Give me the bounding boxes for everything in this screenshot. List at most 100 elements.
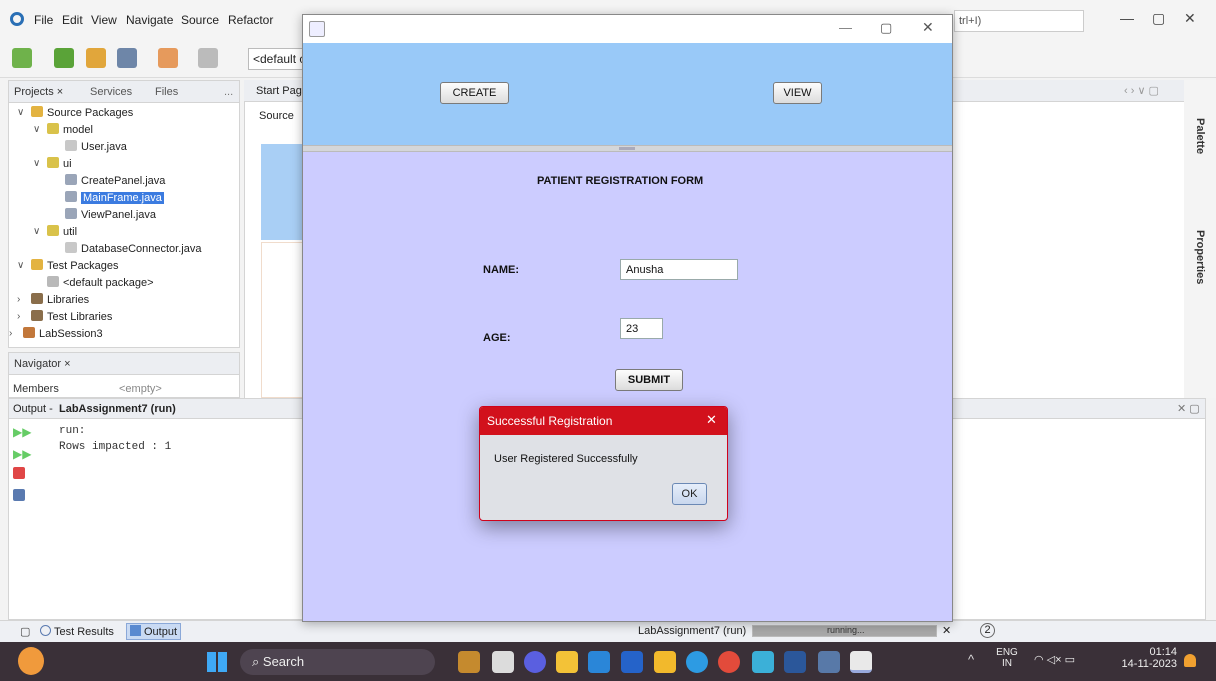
divider-grip-icon[interactable] — [619, 147, 635, 150]
chevron-right-icon[interactable]: › — [17, 311, 20, 322]
tree-item[interactable]: DatabaseConnector.java — [65, 241, 201, 257]
patient-registration-window: — ▢ ✕ CREATE VIEW PATIENT REGISTRATION F… — [302, 14, 953, 622]
minimize-icon[interactable]: — — [1120, 10, 1134, 26]
language-indicator[interactable]: ENG IN — [995, 647, 1019, 669]
start-icon[interactable] — [207, 652, 227, 672]
app-icon[interactable] — [752, 651, 774, 673]
menu-edit[interactable]: Edit — [62, 13, 83, 27]
menu-file[interactable]: File — [34, 13, 53, 27]
close-icon[interactable]: ✕ — [706, 412, 717, 428]
settings-icon[interactable] — [13, 489, 25, 501]
task-view-icon[interactable] — [492, 651, 514, 673]
mail-icon[interactable] — [588, 651, 610, 673]
editor-source-tab[interactable]: Source — [259, 110, 294, 122]
close-icon[interactable]: ✕ — [1184, 10, 1196, 27]
chevron-up-icon[interactable]: ^ — [968, 652, 974, 667]
save-all-icon[interactable] — [117, 48, 137, 68]
maximize-icon[interactable]: ▢ — [1152, 10, 1165, 27]
copilot-icon[interactable] — [458, 651, 480, 673]
rerun-with-options-icon[interactable]: ▶▶ — [13, 447, 31, 461]
teams-icon[interactable] — [524, 651, 546, 673]
right-sidebar: Palette Properties — [1184, 80, 1216, 398]
tab-test-results[interactable]: Test Results — [40, 625, 114, 638]
undo-icon[interactable] — [158, 48, 178, 68]
ok-button[interactable]: OK — [672, 483, 707, 505]
progress-status: running... — [827, 625, 865, 635]
chevron-down-icon[interactable]: ∨ — [17, 260, 24, 271]
menu-refactor[interactable]: Refactor — [228, 13, 273, 27]
close-icon[interactable]: ✕ — [922, 19, 934, 36]
tree-item[interactable]: Test Libraries — [31, 309, 112, 325]
close-output-icon[interactable]: ✕ ▢ — [1177, 402, 1200, 415]
clock[interactable]: 01:14 14-11-2023 — [1117, 646, 1177, 670]
create-button[interactable]: CREATE — [440, 82, 509, 104]
navigator-filter-select[interactable]: <empty> — [119, 383, 162, 395]
maximize-icon[interactable]: ▢ — [880, 20, 892, 36]
file-explorer-icon[interactable] — [654, 651, 676, 673]
tree-item[interactable]: <default package> — [47, 275, 154, 291]
tab-navigation-icons[interactable]: ‹ › ∨ ▢ — [1124, 84, 1159, 97]
wifi-sound-battery-icon[interactable]: ◠ ◁× ▭ — [1034, 653, 1075, 666]
tree-item[interactable]: Test Packages — [31, 258, 119, 274]
palette-tab[interactable]: Palette — [1194, 118, 1206, 154]
taskbar-search[interactable]: ⌕ Search — [240, 649, 435, 675]
tab-services[interactable]: Services — [90, 86, 132, 98]
netbeans-taskbar-icon[interactable] — [818, 651, 840, 673]
new-project-icon[interactable] — [54, 48, 74, 68]
java-taskbar-icon[interactable] — [850, 651, 872, 673]
ide-search-input[interactable]: trl+I) — [954, 10, 1084, 32]
tree-item[interactable]: User.java — [65, 139, 127, 155]
package-icon — [47, 123, 59, 134]
app-l-icon[interactable] — [621, 651, 643, 673]
tab-projects[interactable]: Projects × — [14, 86, 63, 98]
docker-icon[interactable] — [686, 651, 708, 673]
tree-item[interactable]: util — [47, 224, 77, 240]
notification-bell-icon[interactable] — [1184, 654, 1196, 667]
chevron-down-icon[interactable]: ∨ — [33, 226, 40, 237]
tree-item[interactable]: Libraries — [31, 292, 89, 308]
tree-item-selected[interactable]: MainFrame.java — [65, 190, 164, 206]
configuration-select[interactable]: <default c — [248, 48, 308, 70]
tree-item[interactable]: model — [47, 122, 93, 138]
cancel-process-icon[interactable]: ✕ — [942, 624, 951, 637]
chevron-down-icon[interactable]: ∨ — [17, 107, 24, 118]
tab-output[interactable]: Output — [126, 623, 182, 640]
tree-item[interactable]: ViewPanel.java — [65, 207, 156, 223]
chevron-down-icon[interactable]: ∨ — [33, 158, 40, 169]
age-input[interactable] — [620, 318, 663, 339]
menu-navigate[interactable]: Navigate — [126, 13, 173, 27]
chrome-icon[interactable] — [718, 651, 740, 673]
store-icon[interactable] — [556, 651, 578, 673]
chevron-right-icon[interactable]: › — [9, 328, 12, 339]
widgets-icon[interactable] — [18, 647, 44, 675]
chevron-down-icon[interactable]: ∨ — [33, 124, 40, 135]
name-input[interactable] — [620, 259, 738, 280]
form-file-icon — [65, 174, 77, 185]
submit-button[interactable]: SUBMIT — [615, 369, 683, 391]
redo-icon[interactable] — [198, 48, 218, 68]
navigator-members-select[interactable]: Members — [13, 383, 59, 395]
tab-files[interactable]: Files — [155, 86, 178, 98]
tree-item[interactable]: Source Packages — [31, 105, 133, 121]
new-file-icon[interactable] — [12, 48, 32, 68]
minimize-icon[interactable]: — — [839, 20, 852, 35]
tree-item[interactable]: CreatePanel.java — [65, 173, 165, 189]
properties-tab[interactable]: Properties — [1194, 230, 1206, 284]
panel-menu-icon[interactable]: ... — [224, 86, 233, 98]
tree-label: MainFrame.java — [81, 192, 164, 204]
tab-start-page[interactable]: Start Pag — [256, 85, 302, 97]
stop-icon[interactable] — [13, 467, 25, 479]
open-project-icon[interactable] — [86, 48, 106, 68]
chevron-right-icon[interactable]: › — [17, 294, 20, 305]
split-pane-divider[interactable] — [303, 145, 952, 152]
view-button[interactable]: VIEW — [773, 82, 822, 104]
notification-count[interactable]: 2 — [980, 623, 995, 638]
menu-source[interactable]: Source — [181, 13, 219, 27]
tree-item[interactable]: LabSession3 — [23, 326, 103, 342]
rerun-icon[interactable]: ▶▶ — [13, 425, 31, 439]
word-icon[interactable] — [784, 651, 806, 673]
tree-item[interactable]: ui — [47, 156, 72, 172]
window-icon[interactable]: ▢ — [20, 625, 30, 638]
tab-navigator[interactable]: Navigator × — [14, 358, 71, 370]
menu-view[interactable]: View — [91, 13, 117, 27]
